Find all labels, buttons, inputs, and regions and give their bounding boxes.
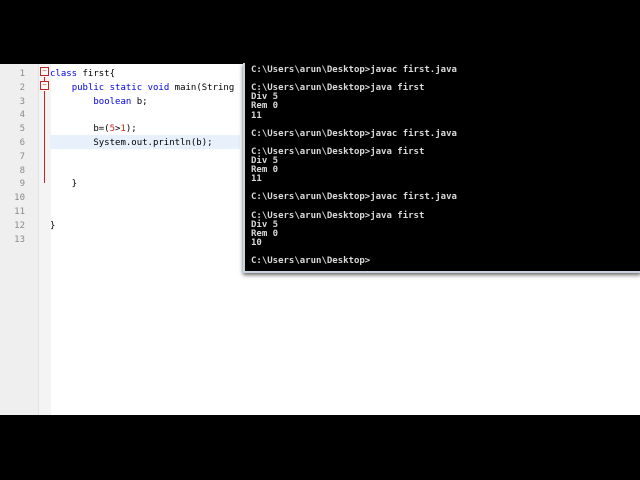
line-number: 1 (19, 69, 25, 79)
line-number: 9 (19, 179, 25, 190)
code-text: System.out.println(b); (50, 138, 213, 148)
line-number: 12 (14, 220, 25, 231)
line-number: 3 (19, 96, 25, 107)
line-number: 7 (19, 151, 25, 162)
code-text: boolean b; (93, 96, 148, 107)
console-line: 11 (251, 110, 262, 121)
line-number: 6 (19, 138, 25, 148)
line-number: 10 (14, 193, 25, 204)
code-text: class first{ (50, 69, 116, 79)
line-number: 13 (14, 234, 25, 245)
console-line: C:\Users\arun\Desktop>javac first.java (251, 128, 457, 139)
line-number: 5 (19, 124, 25, 135)
line-number: 8 (19, 165, 25, 176)
line-number: 2 (19, 82, 25, 93)
command-prompt-window[interactable]: C:\Users\arun\Desktop>javac first.java C:… (243, 63, 640, 273)
console-line: C:\Users\arun\Desktop>javac first.java (251, 65, 457, 75)
code-text: } (50, 220, 56, 231)
code-text: } (50, 179, 78, 190)
code-text: public static void main(String (71, 82, 235, 93)
console-line: C:\Users\arun\Desktop> (251, 256, 371, 267)
console-line: C:\Users\arun\Desktop>javac first.java (251, 192, 457, 203)
code-text: b=(5>1); (50, 124, 137, 135)
line-number: 4 (19, 110, 25, 121)
line-number: 11 (14, 207, 25, 217)
console-line: 11 (251, 174, 262, 185)
console-line: 10 (251, 237, 262, 248)
